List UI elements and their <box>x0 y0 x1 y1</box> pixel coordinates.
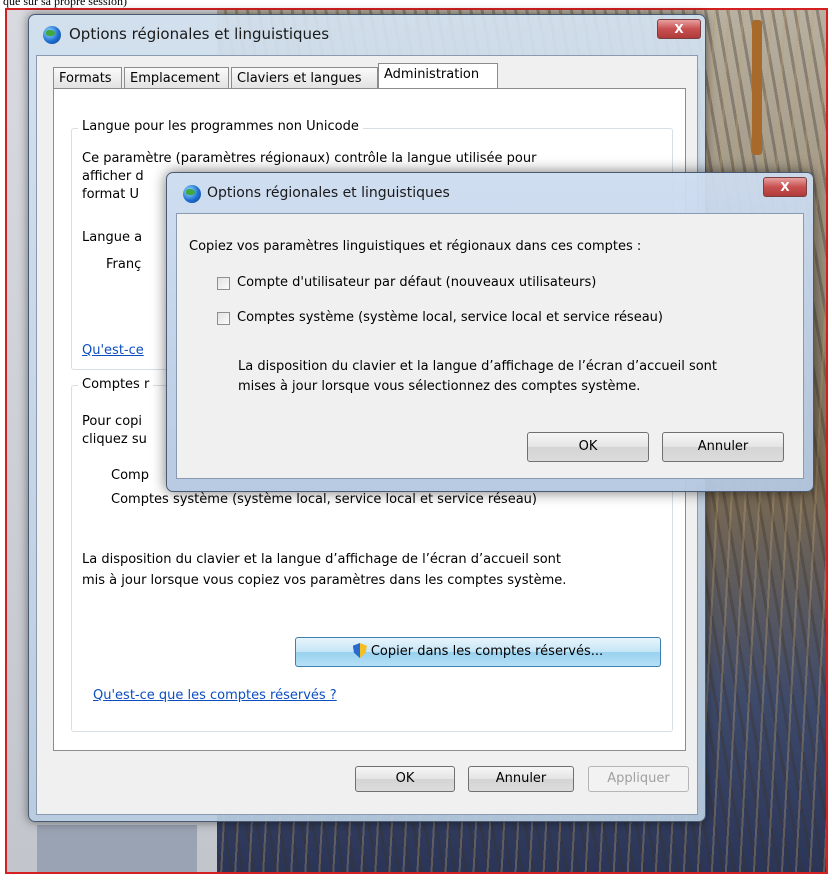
copy-dialog-cancel-button[interactable]: Annuler <box>662 432 784 462</box>
dialog-title: Options régionales et linguistiques <box>69 25 330 43</box>
unicode-group-title: Langue pour les programmes non Unicode <box>78 119 363 134</box>
apply-button[interactable]: Appliquer <box>588 766 689 792</box>
cancel-button[interactable]: Annuler <box>468 766 574 792</box>
uac-shield-icon <box>352 643 367 658</box>
tab-emplacement[interactable]: Emplacement <box>124 67 229 88</box>
reserved-note-line2: mis à jour lorsque vous copiez vos param… <box>82 573 567 588</box>
copy-note-line2: mises à jour lorsque vous sélectionnez d… <box>238 379 641 394</box>
tab-formats[interactable]: Formats <box>53 67 122 88</box>
unicode-description-line3: format U <box>82 187 140 202</box>
reed-stem <box>752 20 762 155</box>
ok-button[interactable]: OK <box>355 766 455 792</box>
copy-to-reserved-accounts-button[interactable]: Copier dans les comptes réservés... <box>295 637 661 667</box>
unicode-help-link[interactable]: Qu'est-ce <box>82 342 144 360</box>
default-account-checkbox-label[interactable]: Compte d'utilisateur par défaut (nouveau… <box>237 274 596 292</box>
unicode-description-line2: afficher d <box>82 169 144 184</box>
tab-claviers-et-langues[interactable]: Claviers et langues <box>231 67 378 88</box>
reserved-description-line2: cliquez su <box>82 432 147 447</box>
reserved-group-title: Comptes r <box>78 377 154 392</box>
system-accounts-checkbox-label[interactable]: Comptes système (système local, service … <box>237 309 663 327</box>
reserved-item-system-accounts: Comptes système (système local, service … <box>111 492 537 507</box>
system-accounts-checkbox[interactable] <box>217 312 230 325</box>
copy-note-line1: La disposition du clavier et la langue d… <box>238 359 718 374</box>
copy-instruction: Copiez vos paramètres linguistiques et r… <box>189 239 642 254</box>
tab-administration[interactable]: Administration <box>378 63 498 88</box>
globe-icon <box>183 185 201 203</box>
default-account-checkbox[interactable] <box>217 277 230 290</box>
reserved-item-default-account: Comp <box>111 468 149 483</box>
taskbar-panel-inner <box>37 825 197 872</box>
current-language-value: Franç <box>106 257 142 272</box>
copy-dialog-ok-button[interactable]: OK <box>527 432 649 462</box>
close-button[interactable]: X <box>657 19 701 39</box>
unicode-description-line1: Ce paramètre (paramètres régionaux) cont… <box>82 151 537 166</box>
globe-icon <box>43 26 61 44</box>
reserved-help-link[interactable]: Qu'est-ce que les comptes réservés ? <box>93 687 337 705</box>
copy-button-label: Copier dans les comptes réservés... <box>370 644 604 659</box>
reserved-note-line1: La disposition du clavier et la langue d… <box>82 552 562 567</box>
copy-dialog-close-button[interactable]: X <box>763 177 807 197</box>
current-language-label: Langue a <box>82 230 143 245</box>
reserved-description-line1: Pour copi <box>82 414 143 429</box>
copy-dialog-title: Options régionales et linguistiques <box>207 185 450 201</box>
copy-dialog-client-area: Copiez vos paramètres linguistiques et r… <box>176 213 804 479</box>
copy-settings-dialog: Options régionales et linguistiques X Co… <box>166 172 814 492</box>
